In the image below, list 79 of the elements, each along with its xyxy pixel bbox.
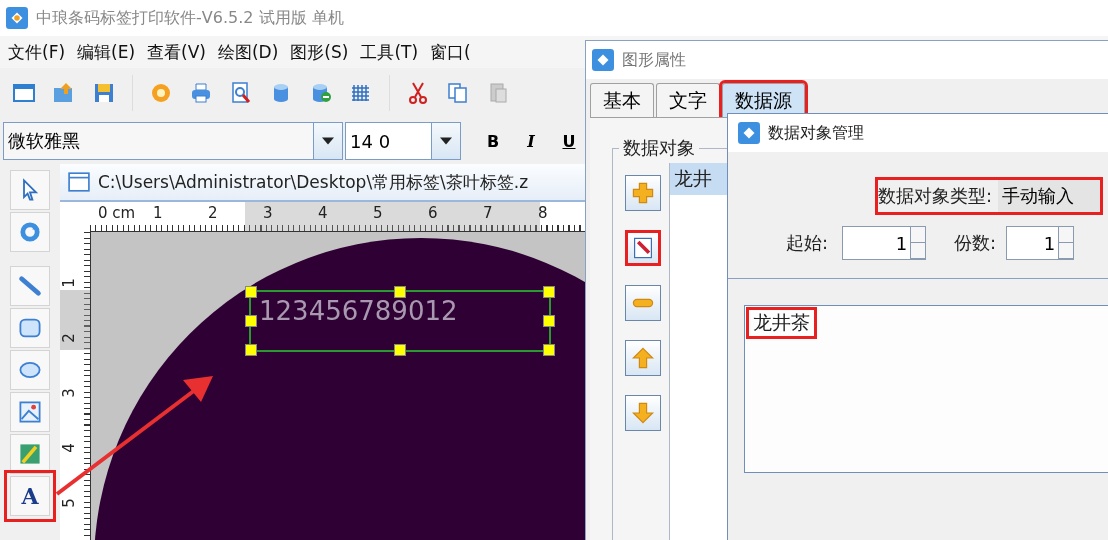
- document-path: C:\Users\Administrator\Desktop\常用标签\茶叶标签.z: [98, 170, 529, 194]
- ruler-label: 8: [538, 204, 548, 222]
- line-tool-button[interactable]: [10, 266, 50, 306]
- ruler-label: 6: [428, 204, 438, 222]
- field-label: 起始:: [786, 231, 829, 255]
- picture-icon: [18, 400, 42, 424]
- caret-icon: [440, 137, 452, 145]
- field-label: 份数:: [954, 231, 997, 255]
- menu-item[interactable]: 图形(S): [290, 40, 349, 64]
- font-size-dropdown[interactable]: 14 0: [345, 122, 461, 160]
- menu-item[interactable]: 窗口(: [430, 40, 471, 64]
- ruler-label: 2: [59, 333, 78, 343]
- menu-item[interactable]: 查看(V): [147, 40, 206, 64]
- caret-icon: [322, 137, 334, 145]
- image-tool-button[interactable]: [10, 434, 50, 474]
- window-icon[interactable]: [12, 81, 36, 105]
- resize-handle[interactable]: [543, 344, 555, 356]
- copies-spinner[interactable]: 1: [1006, 226, 1075, 260]
- font-dropdown[interactable]: 微软雅黑: [3, 122, 343, 160]
- data-type-dropdown[interactable]: 手动输入: [998, 180, 1100, 212]
- ruler-label: 5: [373, 204, 383, 222]
- dialog-title: 数据对象管理: [768, 122, 864, 144]
- rounded-rectangle-icon: [18, 316, 42, 340]
- edit-button[interactable]: [625, 230, 661, 266]
- content-text-area[interactable]: 龙井茶: [744, 305, 1108, 473]
- resize-handle[interactable]: [394, 286, 406, 298]
- resize-handle[interactable]: [394, 344, 406, 356]
- ruler-label: 7: [483, 204, 493, 222]
- ruler-label: 0 cm: [98, 204, 136, 222]
- down-button[interactable]: [625, 395, 661, 431]
- pointer-tool-button[interactable]: [10, 170, 50, 210]
- group-title: 数据对象: [619, 136, 699, 160]
- rotate-tool-button[interactable]: [10, 212, 50, 252]
- ruler-label: 3: [59, 388, 78, 398]
- app-logo-icon: [738, 122, 760, 144]
- tab[interactable]: 文字: [656, 83, 720, 117]
- ruler-label: 3: [263, 204, 273, 222]
- resize-handle[interactable]: [543, 286, 555, 298]
- edit-icon: [631, 236, 655, 260]
- add-button[interactable]: [625, 175, 661, 211]
- ruler-label: 4: [59, 443, 78, 453]
- resize-handle[interactable]: [245, 344, 257, 356]
- plus-icon: [631, 181, 655, 205]
- resize-handle[interactable]: [245, 315, 257, 327]
- up-arrow-icon: [631, 346, 655, 370]
- save-icon[interactable]: [92, 81, 116, 105]
- ellipse-tool-button[interactable]: [10, 350, 50, 390]
- document-icon: [68, 172, 90, 192]
- up-button[interactable]: [625, 340, 661, 376]
- ruler-label: 2: [208, 204, 218, 222]
- start-spinner[interactable]: 1: [842, 226, 927, 260]
- field-label: 数据对象类型:: [877, 184, 992, 208]
- down-arrow-icon: [631, 401, 655, 425]
- ruler-label: 5: [59, 498, 78, 508]
- barcode-text: 123456789012: [259, 296, 458, 326]
- ruler-label: 4: [318, 204, 328, 222]
- app-logo-icon: [6, 7, 28, 29]
- line-icon: [18, 274, 42, 298]
- cut-icon[interactable]: [406, 81, 430, 105]
- resize-handle[interactable]: [245, 286, 257, 298]
- ruler-label: 1: [59, 278, 78, 288]
- preview-icon[interactable]: [229, 81, 253, 105]
- menu-item[interactable]: 工具(T): [360, 40, 419, 64]
- menu-item[interactable]: 编辑(E): [77, 40, 136, 64]
- image-icon: [18, 442, 42, 466]
- dialog-title: 图形属性: [622, 49, 686, 71]
- menu-item[interactable]: 文件(F): [8, 40, 66, 64]
- tab[interactable]: 基本: [590, 83, 654, 117]
- window-title: 中琅条码标签打印软件-V6.5.2 试用版 单机: [36, 7, 344, 29]
- content-text: 龙井茶: [749, 310, 814, 336]
- app-logo-icon: [592, 49, 614, 71]
- resize-handle[interactable]: [543, 315, 555, 327]
- printer-icon[interactable]: [189, 81, 213, 105]
- menu-item[interactable]: 绘图(D): [217, 40, 279, 64]
- copy-icon[interactable]: [446, 81, 470, 105]
- remove-button[interactable]: [625, 285, 661, 321]
- picture-tool-button[interactable]: [10, 392, 50, 432]
- ruler-label: 1: [153, 204, 163, 222]
- rectangle-tool-button[interactable]: [10, 308, 50, 348]
